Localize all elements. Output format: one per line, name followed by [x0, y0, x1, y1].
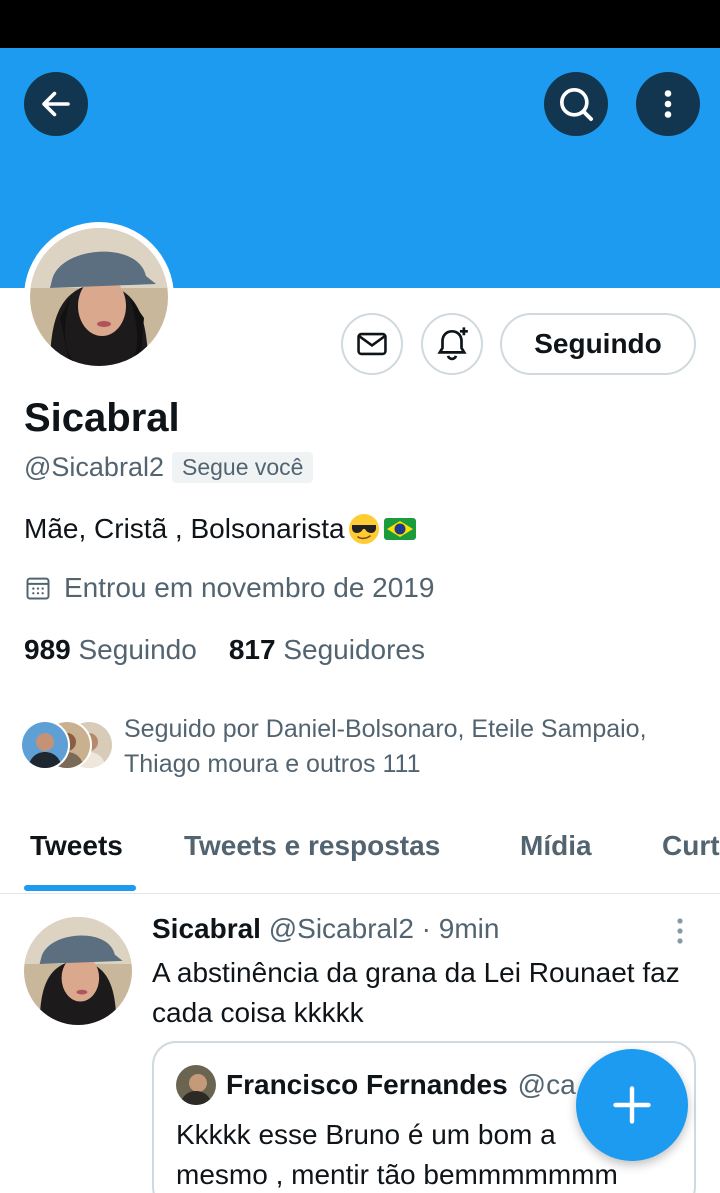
compose-tweet-button[interactable] — [576, 1049, 688, 1161]
status-bar — [0, 0, 720, 48]
tweet-author[interactable]: Sicabral — [152, 913, 261, 944]
profile-stats: 989 Seguindo 817 Seguidores — [24, 634, 425, 666]
handle-row: @Sicabral2 Segue você — [24, 452, 314, 483]
tab-tweets-and-replies[interactable]: Tweets e respostas — [184, 830, 440, 862]
more-vertical-icon — [677, 918, 683, 944]
followers-count: 817 — [228, 634, 276, 665]
following-label: Seguindo — [78, 634, 197, 665]
message-button[interactable] — [341, 313, 403, 375]
quote-text: Kkkkk esse Bruno é um bom a mesmo , ment… — [176, 1115, 618, 1193]
followed-by-text: Seguido por Daniel-Bolsonaro, Eteile Sam… — [124, 715, 647, 778]
followers-label: Seguidores — [283, 634, 425, 665]
following-button[interactable]: Seguindo — [500, 313, 696, 375]
tweet-header: Sicabral @Sicabral2 · 9min — [152, 913, 499, 945]
following-count: 989 — [24, 634, 71, 665]
followed-by[interactable]: Seguido por Daniel-Bolsonaro, Eteile Sam… — [20, 712, 684, 782]
bio-text: Mãe, Cristã , Bolsonarista — [24, 513, 345, 544]
followed-by-avatars — [20, 712, 116, 770]
profile-tabs: Tweets Tweets e respostas Mídia Curt — [0, 810, 720, 894]
followers-stat[interactable]: 817 Seguidores — [229, 634, 425, 666]
quote-text-line: mesmo , mentir tão bemmmmmmm — [176, 1159, 618, 1190]
avatar-photo — [30, 228, 168, 366]
active-tab-indicator — [24, 885, 136, 891]
profile-handle: @Sicabral2 — [24, 452, 164, 482]
quote-text-line: Kkkkk esse Bruno é um bom a — [176, 1119, 556, 1150]
quote-header: Francisco Fernandes @ca — [176, 1065, 576, 1105]
back-button[interactable] — [24, 72, 88, 136]
quote-avatar — [176, 1065, 216, 1105]
tab-likes[interactable]: Curt — [662, 830, 720, 862]
tab-media[interactable]: Mídia — [520, 830, 592, 862]
search-button[interactable] — [544, 72, 608, 136]
arrow-left-icon — [42, 91, 70, 117]
display-name: Sicabral — [24, 396, 180, 440]
calendar-icon — [26, 577, 50, 600]
follows-you-badge: Segue você — [171, 452, 314, 483]
search-icon — [560, 88, 593, 121]
following-stat[interactable]: 989 Seguindo — [24, 634, 197, 666]
tweet-more-button[interactable] — [664, 915, 696, 947]
avatar — [20, 720, 70, 770]
tab-tweets[interactable]: Tweets — [30, 830, 123, 862]
joined-date: Entrou em novembro de 2019 — [24, 572, 434, 604]
tweet-text: A abstinência da grana da Lei Rounaet fa… — [152, 957, 680, 1028]
joined-text: Entrou em novembro de 2019 — [64, 572, 435, 603]
profile-bio: Mãe, Cristã , Bolsonarista — [24, 512, 417, 546]
plus-icon — [613, 1086, 651, 1124]
brazil-flag-icon — [383, 518, 416, 540]
tweet-avatar[interactable] — [24, 917, 132, 1025]
profile-avatar[interactable] — [24, 222, 174, 372]
envelope-icon — [357, 332, 387, 356]
tweet-handle: @Sicabral2 — [268, 913, 414, 944]
more-options-button[interactable] — [636, 72, 700, 136]
quote-handle: @ca — [517, 1069, 576, 1100]
tweet-time: · 9min — [421, 913, 500, 944]
more-vertical-icon — [664, 90, 672, 118]
quote-author: Francisco Fernandes — [226, 1069, 508, 1100]
sunglasses-emoji-icon — [348, 514, 379, 544]
notify-button[interactable] — [421, 313, 483, 375]
bell-plus-icon — [437, 327, 468, 361]
